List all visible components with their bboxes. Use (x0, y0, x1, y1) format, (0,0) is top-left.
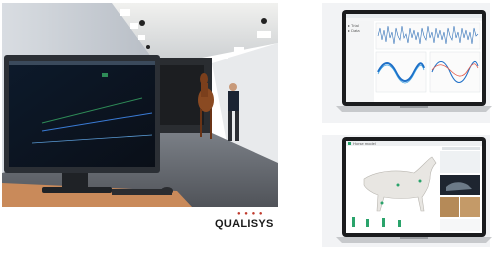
logo-dots: ● ● ● ● (237, 211, 264, 217)
qualisys-logo: ● ● ● ● QUALISYS (207, 207, 279, 234)
svg-text:▸ Data: ▸ Data (348, 28, 360, 33)
laptop-analysis: ▸ Trial ▸ Data (336, 10, 492, 123)
svg-text:Horse model: Horse model (353, 141, 376, 146)
gait-lab-photo (2, 3, 278, 207)
laptop-horse-model: Horse model (336, 137, 492, 254)
logo-text: QUALISYS (215, 218, 274, 230)
